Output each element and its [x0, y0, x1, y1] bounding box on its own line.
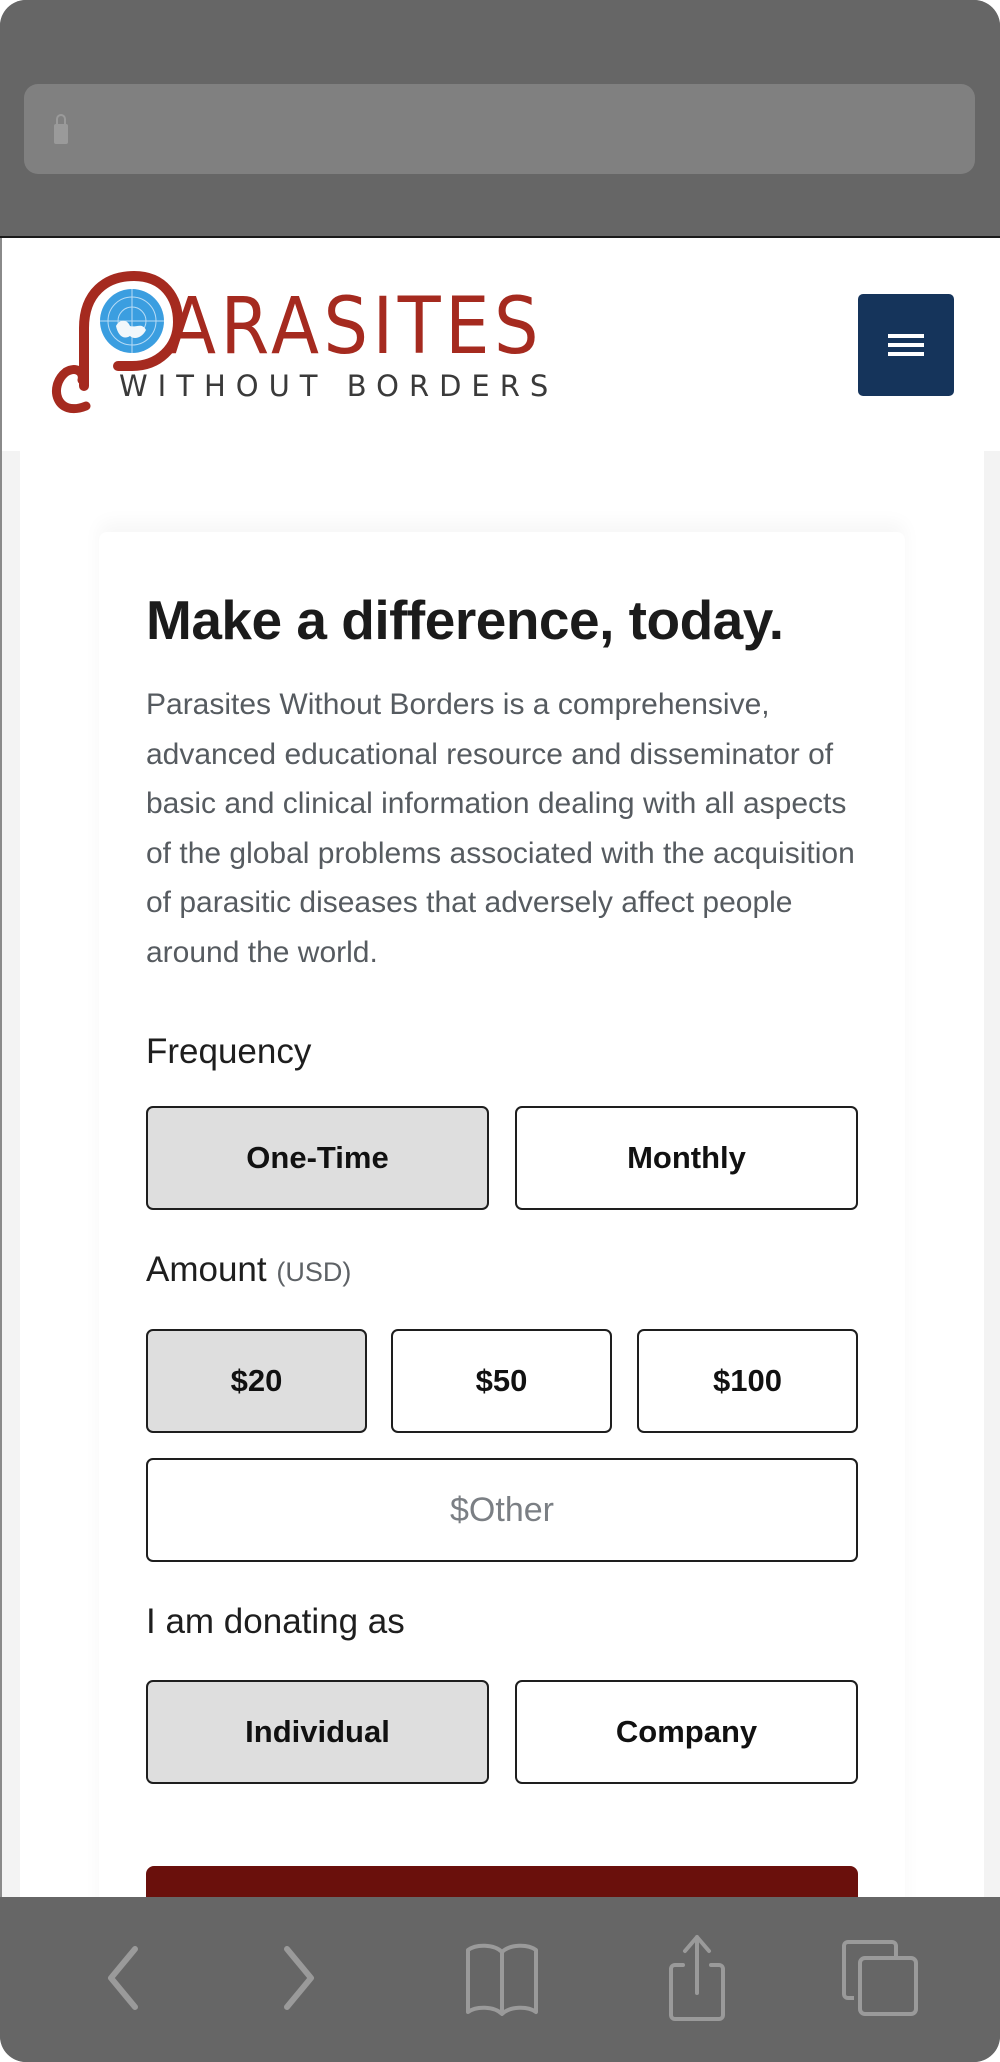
logo-subtitle: WITHOUT BORDERS: [119, 369, 559, 403]
web-page: ARASITES WITHOUT BORDERS Make a differen…: [0, 238, 1000, 1946]
bookmarks-button[interactable]: [462, 1937, 542, 2019]
site-logo[interactable]: ARASITES WITHOUT BORDERS: [46, 268, 566, 428]
logo-title: ARASITES: [168, 282, 544, 372]
frequency-monthly-button[interactable]: Monthly: [515, 1106, 858, 1210]
form-heading: Make a difference, today.: [146, 589, 784, 651]
logo-p-globe-icon: [52, 270, 184, 413]
tabs-button[interactable]: [840, 1937, 920, 2019]
site-header: ARASITES WITHOUT BORDERS: [2, 238, 1000, 451]
phone-frame: ARASITES WITHOUT BORDERS Make a differen…: [0, 0, 1000, 2062]
back-button[interactable]: [83, 1937, 163, 2019]
amount-50-button[interactable]: $50: [391, 1329, 612, 1433]
chevron-right-icon: [284, 1946, 314, 2010]
hamburger-icon-bar: [888, 352, 924, 356]
share-button[interactable]: [657, 1935, 737, 2021]
hamburger-icon-bar: [888, 334, 924, 338]
share-icon: [669, 1935, 725, 2021]
lock-icon: [54, 114, 68, 144]
menu-button[interactable]: [858, 294, 954, 396]
amount-20-button[interactable]: $20: [146, 1329, 367, 1433]
other-amount-input[interactable]: [146, 1458, 858, 1562]
form-description: Parasites Without Borders is a comprehen…: [146, 688, 855, 969]
forward-button[interactable]: [259, 1937, 339, 2019]
hamburger-icon-bar: [888, 343, 924, 347]
page-gutter-left: [2, 451, 20, 1897]
frequency-one-time-button[interactable]: One-Time: [146, 1106, 489, 1210]
url-bar[interactable]: [24, 84, 975, 174]
donor-company-button[interactable]: Company: [515, 1680, 858, 1784]
browser-bottom-toolbar: [0, 1897, 1000, 2062]
amount-100-button[interactable]: $100: [637, 1329, 858, 1433]
amount-label: Amount (USD): [146, 1250, 351, 1290]
chevron-left-icon: [108, 1946, 138, 2010]
donor-type-label: I am donating as: [146, 1602, 405, 1642]
browser-top-bar: [0, 0, 1000, 238]
page-gutter-right: [984, 451, 1000, 1897]
book-icon: [466, 1943, 538, 2016]
tabs-icon: [842, 1940, 918, 2016]
frequency-label-text: Frequency: [146, 1032, 312, 1071]
currency-label: (USD): [276, 1257, 352, 1287]
frequency-label: Frequency: [146, 1032, 311, 1072]
amount-label-text: Amount: [146, 1250, 267, 1289]
donor-individual-button[interactable]: Individual: [146, 1680, 489, 1784]
donor-type-label-text: I am donating as: [146, 1602, 405, 1641]
donation-card: Make a difference, today. Parasites With…: [99, 532, 905, 1946]
